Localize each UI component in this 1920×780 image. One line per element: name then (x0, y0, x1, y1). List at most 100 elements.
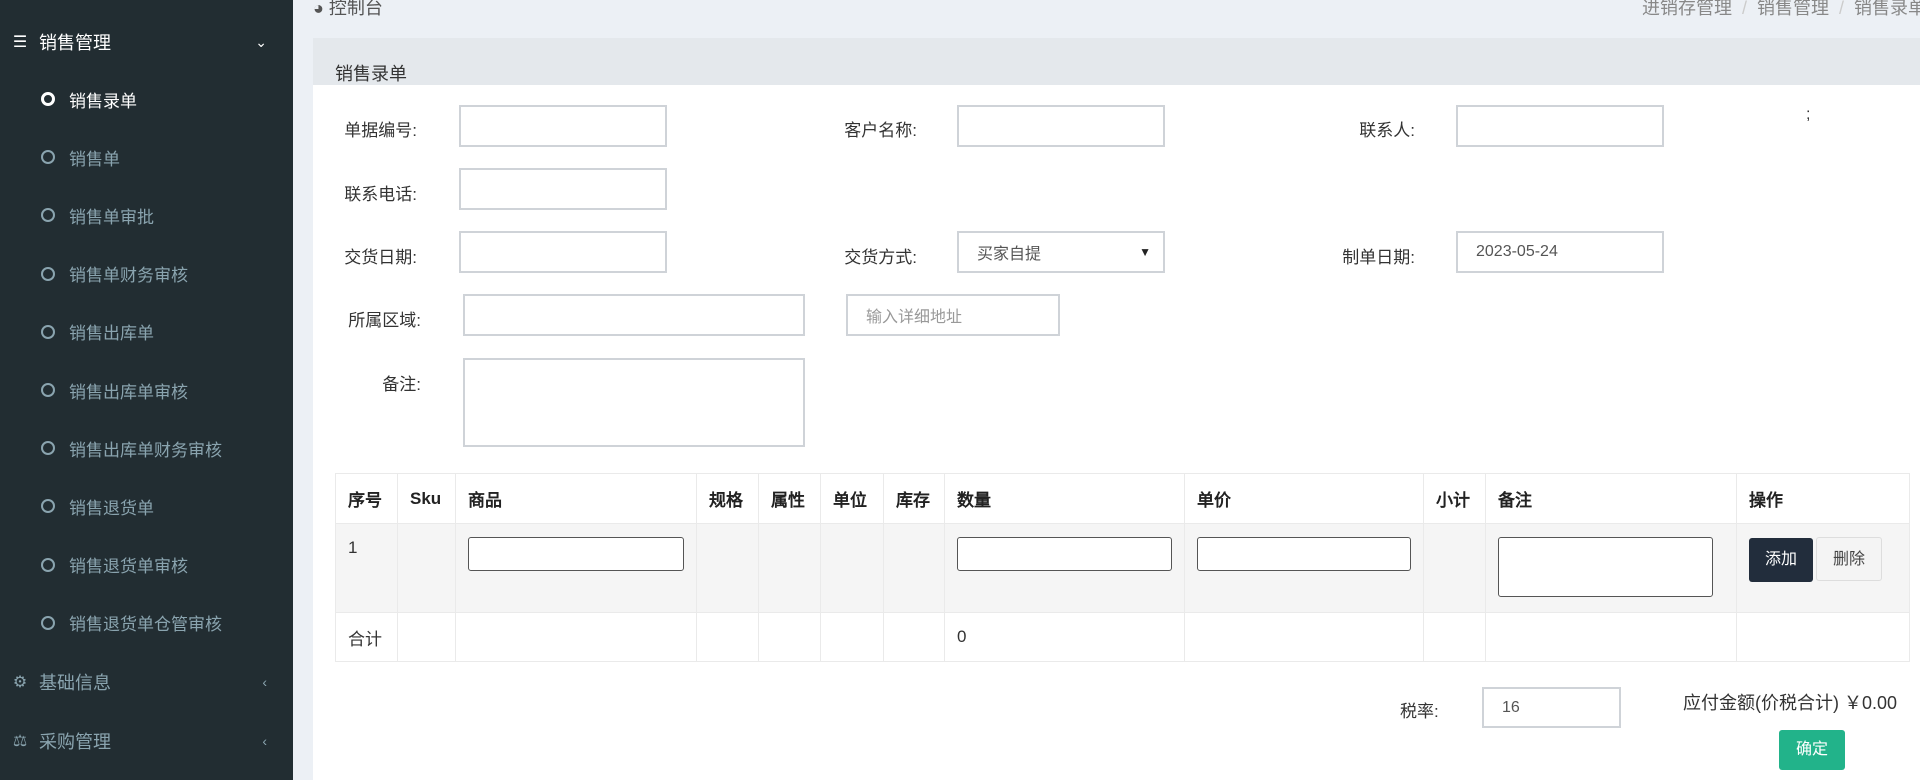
sidebar-item-label: 销售出库单 (69, 324, 154, 344)
panel-title: 销售录单 (313, 38, 1920, 85)
sidebar-group-sales[interactable]: ☰ 销售管理 ⌄ (0, 17, 293, 67)
contact-label: 联系人: (1359, 121, 1415, 140)
customer-input[interactable] (957, 105, 1165, 147)
sidebar-group-label: 销售管理 (39, 33, 111, 53)
sidebar-item[interactable]: 销售退货单 (0, 481, 293, 531)
product-input[interactable] (468, 537, 684, 571)
attr-cell (758, 523, 821, 613)
remark-textarea[interactable] (463, 358, 805, 447)
empty-cell (758, 612, 821, 662)
delivery-date-label: 交货日期: (344, 248, 417, 267)
row-index: 1 (335, 523, 398, 613)
column-header: 商品 (455, 473, 697, 524)
add-button[interactable]: 添加 (1749, 538, 1814, 582)
sidebar-item[interactable]: 销售单财务审核 (0, 249, 293, 299)
sidebar-item-label: 销售退货单仓管审核 (69, 615, 222, 635)
empty-cell (696, 612, 759, 662)
payable-amount: 应付金额(价税合计) ￥0.00 (1683, 689, 1897, 715)
spec-cell (696, 523, 759, 613)
contact-input[interactable] (1456, 105, 1664, 147)
tax-label: 税率: (1400, 702, 1439, 721)
empty-cell (1423, 612, 1486, 662)
console-label: 控制台 (328, 0, 383, 18)
column-header: 操作 (1736, 473, 1910, 524)
sidebar-item-label: 销售退货单审核 (69, 557, 188, 577)
sidebar-item[interactable]: 销售录单 (0, 74, 293, 124)
address-input[interactable]: 输入详细地址 (846, 294, 1060, 336)
empty-cell (820, 612, 884, 662)
sidebar-item[interactable]: 销售出库单财务审核 (0, 423, 293, 473)
empty-cell (883, 612, 945, 662)
circle-icon (41, 208, 55, 223)
delivery-method-value: 买家自提 (977, 246, 1042, 263)
delivery-method-select[interactable]: 买家自提 (957, 231, 1165, 273)
created-date-input[interactable]: 2023-05-24 (1456, 231, 1664, 273)
price-input[interactable] (1197, 537, 1411, 571)
doc-no-input[interactable] (459, 105, 667, 147)
delivery-method-label: 交货方式: (844, 248, 917, 267)
sidebar-item[interactable]: 销售单审批 (0, 190, 293, 240)
note-cell (1485, 523, 1737, 613)
sidebar-item[interactable]: 销售退货单仓管审核 (0, 598, 293, 648)
customer-label: 客户名称: (844, 121, 917, 140)
note-textarea[interactable] (1498, 537, 1713, 597)
sidebar-item-label: 销售单 (69, 149, 120, 169)
column-header: Sku (397, 473, 456, 524)
circle-icon (41, 324, 55, 339)
empty-cell (455, 612, 697, 662)
delete-button[interactable]: 删除 (1816, 537, 1883, 581)
table-row: 1 添加 删除 (335, 523, 1910, 613)
dashboard-icon: ◕ (313, 0, 329, 18)
gears-icon: ⚙ (12, 674, 28, 691)
sidebar-item-label: 销售出库单财务审核 (69, 440, 222, 460)
sidebar: ☰ 销售管理 ⌄ 销售录单销售单销售单审批销售单财务审核销售出库单销售出库单审核… (0, 0, 293, 780)
tax-input[interactable]: 16 (1482, 687, 1621, 728)
chevron-left-icon: ‹ (262, 733, 267, 749)
phone-label: 联系电话: (344, 185, 417, 204)
circle-icon (41, 383, 55, 397)
sidebar-item-label: 销售出库单审核 (69, 382, 188, 402)
sidebar-item[interactable]: 销售退货单审核 (0, 540, 293, 590)
confirm-button[interactable]: 确定 (1779, 730, 1845, 770)
actions-cell: 添加 删除 (1736, 523, 1910, 613)
stray-semicolon: ; (1806, 106, 1811, 123)
empty-cell (1184, 612, 1424, 662)
sidebar-item[interactable]: 销售单 (0, 132, 293, 182)
empty-cell (1485, 612, 1737, 662)
phone-input[interactable] (459, 168, 667, 210)
sidebar-item-label: 销售录单 (69, 91, 137, 111)
column-header: 规格 (696, 473, 759, 524)
sidebar-group-purchase[interactable]: ⚖ 采购管理 ‹ (0, 716, 293, 766)
breadcrumb-item[interactable]: 进销存管理 (1642, 0, 1732, 18)
column-header: 单位 (820, 473, 884, 524)
column-header: 备注 (1485, 473, 1737, 524)
price-cell (1184, 523, 1424, 613)
sidebar-item[interactable]: 销售出库单 (0, 307, 293, 357)
stock-cell (883, 523, 945, 613)
remark-label: 备注: (382, 375, 421, 394)
total-quantity: 0 (944, 612, 1185, 662)
breadcrumb-item[interactable]: 销售管理 (1757, 0, 1829, 18)
column-header: 属性 (758, 473, 821, 524)
created-date-label: 制单日期: (1342, 248, 1415, 267)
sidebar-item[interactable]: 销售出库单审核 (0, 365, 293, 415)
list-icon: ☰ (12, 34, 28, 51)
region-input[interactable] (463, 294, 805, 336)
empty-cell (397, 612, 456, 662)
console-link[interactable]: ◕ 控制台 (313, 0, 383, 20)
column-header: 单价 (1184, 473, 1424, 524)
delivery-date-input[interactable] (459, 231, 667, 273)
circle-icon (41, 615, 55, 630)
chevron-left-icon: ‹ (262, 674, 267, 690)
sidebar-item-label: 销售退货单 (69, 498, 154, 518)
chevron-down-icon: ⌄ (255, 33, 267, 50)
sidebar-group-basic-info[interactable]: ⚙ 基础信息 ‹ (0, 657, 293, 707)
circle-icon (41, 266, 55, 281)
empty-cell (1736, 612, 1910, 662)
quantity-input[interactable] (957, 537, 1172, 571)
qty-cell (944, 523, 1185, 613)
circle-icon (41, 92, 55, 106)
column-header: 序号 (335, 473, 398, 524)
column-header: 数量 (944, 473, 1185, 524)
subtotal-cell (1423, 523, 1486, 613)
